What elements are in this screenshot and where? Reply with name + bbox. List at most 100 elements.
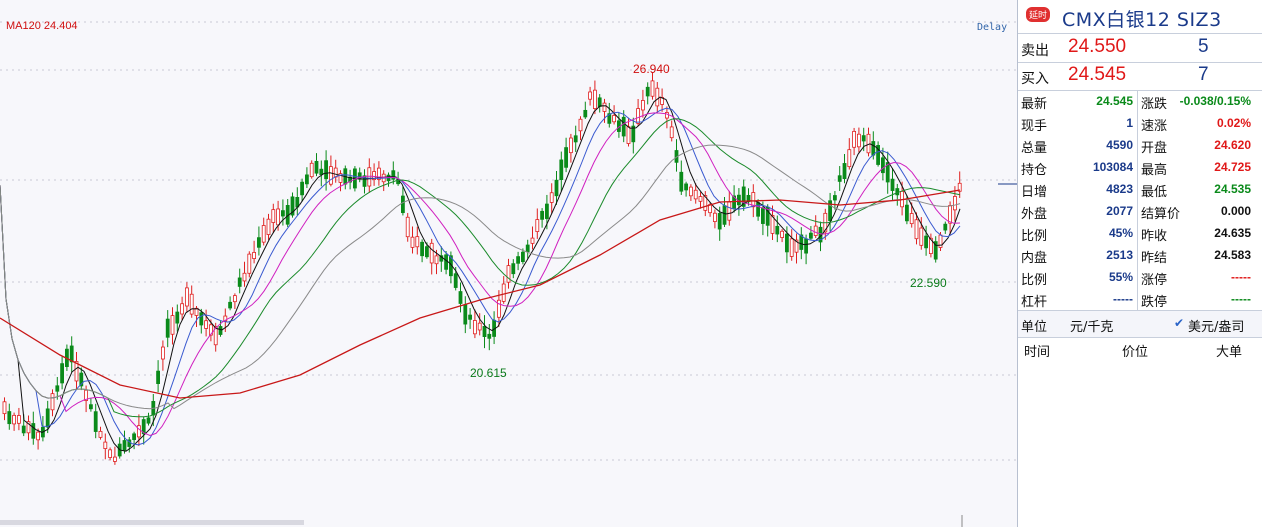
candle-body — [324, 160, 329, 180]
stats-row: 杠杆 ----- 跌停 ----- — [1018, 288, 1262, 310]
candle-body — [199, 312, 204, 326]
candle-body — [89, 404, 93, 410]
candle-body — [314, 160, 319, 174]
stat-value: ----- — [1231, 270, 1251, 284]
candle-body — [861, 135, 866, 142]
candle-body — [641, 100, 645, 111]
buy-row[interactable]: 买入 24.545 7 — [1018, 62, 1262, 91]
candle-body — [328, 166, 333, 185]
stat-label: 总量 — [1021, 141, 1048, 156]
candle-body — [468, 314, 473, 320]
stats-row: 现手 1 速涨 0.02% — [1018, 112, 1262, 134]
candle-body — [93, 411, 98, 432]
candle-body — [693, 189, 698, 200]
stat-value: 24.635 — [1214, 226, 1251, 240]
unit-option-usd[interactable]: 美元/盎司 — [1188, 316, 1244, 335]
kline-svg[interactable] — [0, 0, 1017, 527]
candle-body — [170, 315, 175, 335]
candle-body — [2, 401, 7, 415]
candle-body — [108, 449, 112, 458]
candle-body — [319, 168, 324, 176]
candle-body — [669, 126, 674, 139]
stat-value: 24.545 — [1096, 94, 1133, 108]
candle-body — [122, 440, 127, 451]
candle-body — [242, 272, 247, 282]
candle-body — [113, 456, 117, 462]
stats-row: 内盘 2513 昨结 24.583 — [1018, 244, 1262, 266]
candle-body — [463, 304, 468, 325]
candle-body — [583, 109, 588, 118]
unit-row: 单位 元/千克 ✔ 美元/盎司 — [1018, 311, 1262, 338]
candle-body — [175, 311, 180, 324]
candle-body — [271, 209, 276, 223]
candle-body — [309, 162, 314, 178]
candle-body — [477, 322, 482, 331]
stat-value: 1 — [1126, 116, 1133, 130]
quote-panel: 延时 CMX白银12 SIZ3 卖出 24.550 5 买入 24.545 7 … — [1017, 0, 1262, 527]
candle-body — [304, 174, 309, 185]
candle-body — [280, 210, 285, 217]
candle-body — [727, 201, 732, 221]
candle-body — [367, 167, 372, 187]
candle-body — [804, 238, 808, 254]
candle-body — [36, 431, 40, 441]
candle-body — [453, 273, 458, 288]
candle-body — [549, 192, 554, 203]
candle-body — [247, 253, 252, 274]
candle-body — [545, 203, 549, 219]
candle-body — [156, 370, 161, 384]
candle-body — [45, 408, 50, 428]
recent-low-label: 22.590 — [910, 276, 947, 290]
candle-body — [184, 287, 189, 307]
stats-row: 持仓 103084 最高 24.725 — [1018, 156, 1262, 178]
candle-body — [521, 251, 525, 263]
candle-body — [218, 326, 223, 335]
candle-body — [612, 115, 616, 123]
stat-value: 55% — [1108, 270, 1133, 284]
stats-table: 最新 24.545 涨跌 -0.038/0.15% 现手 1 速涨 0.02% 总量 4590 开盘… — [1018, 90, 1262, 311]
candle-body — [655, 87, 660, 107]
candle-body — [103, 441, 108, 449]
candle-body — [204, 320, 209, 329]
candle-body — [890, 178, 895, 191]
stat-label: 昨收 — [1141, 229, 1168, 244]
candle-body — [434, 255, 439, 265]
kline-chart[interactable]: MA120 24.404 Delay 26.940 20.615 22.590 — [0, 0, 1017, 527]
candle-body — [813, 225, 818, 236]
candle-body — [472, 320, 477, 335]
ma120-label: MA120 24.404 — [6, 20, 78, 32]
candle-body — [789, 238, 794, 257]
stat-label: 结算价 — [1141, 207, 1181, 222]
candle-body — [21, 425, 26, 434]
sell-row[interactable]: 卖出 24.550 5 — [1018, 34, 1262, 63]
candle-body — [165, 318, 170, 338]
candle-body — [564, 147, 568, 168]
stat-value: 4823 — [1106, 182, 1133, 196]
candle-body — [679, 171, 684, 192]
stat-label: 最新 — [1021, 97, 1048, 112]
stat-value: 45% — [1108, 226, 1133, 240]
candle-body — [924, 235, 928, 249]
candle-body — [300, 181, 305, 196]
candle-body — [31, 423, 36, 439]
candle-body — [256, 237, 261, 248]
candle-body — [809, 232, 813, 239]
candle-body — [914, 219, 919, 240]
candle-body — [458, 291, 463, 304]
candle-body — [919, 227, 924, 246]
candle-body — [50, 393, 55, 411]
candle-body — [55, 385, 60, 392]
unit-option-cny[interactable]: 元/千克 — [1070, 316, 1113, 335]
candle-body — [852, 131, 856, 148]
candle-body — [525, 244, 530, 253]
candle-body — [871, 141, 876, 156]
candle-body — [69, 345, 74, 363]
candle-body — [756, 202, 760, 217]
stats-row: 总量 4590 开盘 24.620 — [1018, 134, 1262, 156]
stat-value: 24.535 — [1214, 182, 1251, 196]
chart-scrollbar[interactable] — [0, 520, 304, 525]
candle-body — [400, 195, 405, 214]
candle-body — [237, 277, 242, 287]
stat-label: 最高 — [1141, 163, 1168, 178]
candle-body — [405, 216, 410, 238]
